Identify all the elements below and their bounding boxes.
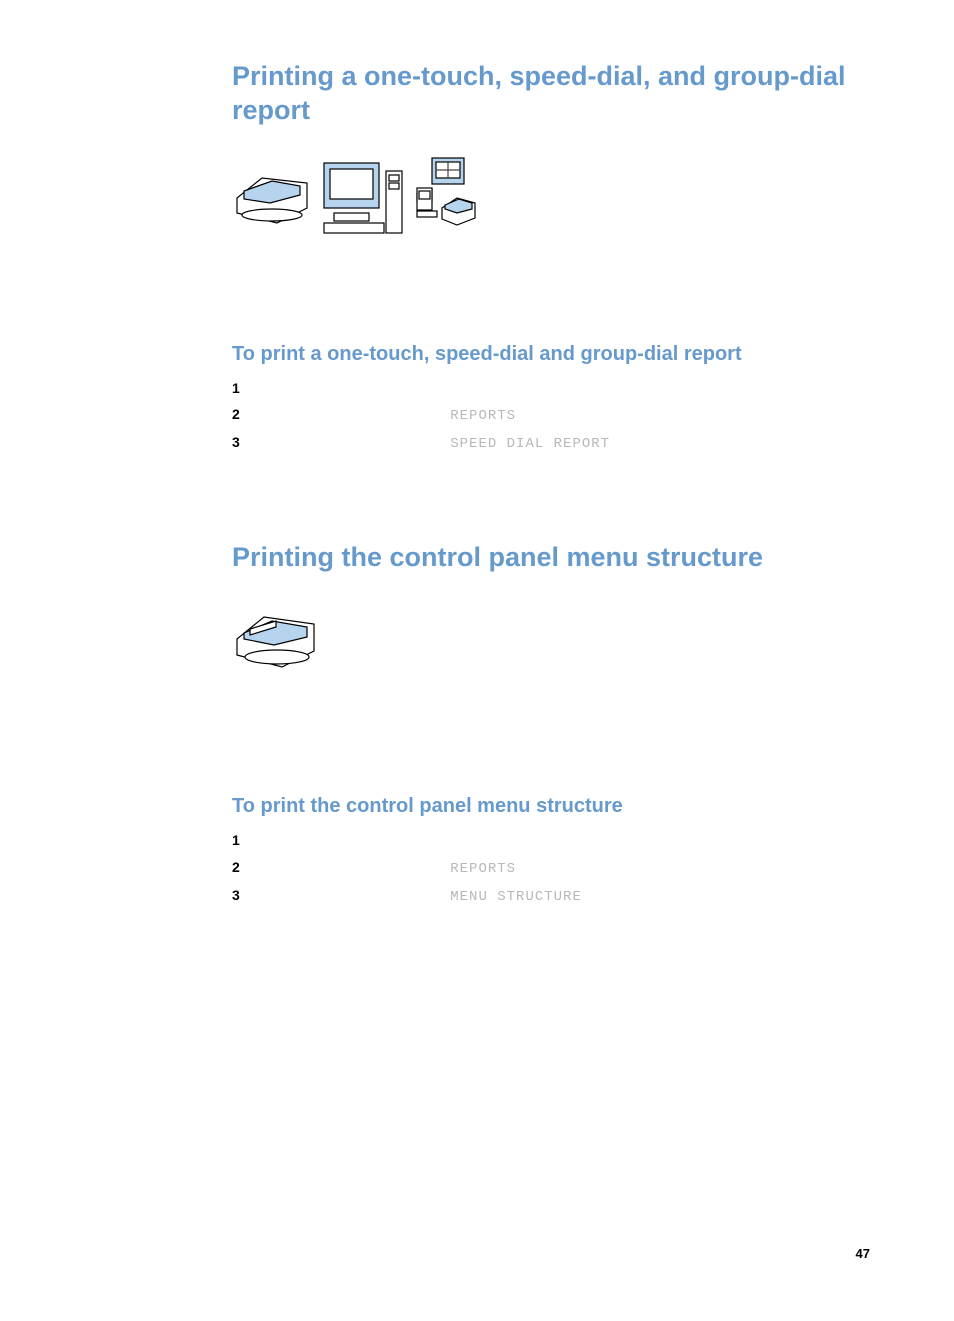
step-text: keys to select [358, 887, 451, 903]
step-text: . [502, 832, 506, 848]
step-text: . [370, 380, 374, 396]
section2-title: Printing the control panel menu structur… [232, 541, 884, 575]
list-item: 3 Use the < and > keys to select MENU ST… [232, 885, 884, 928]
list-item: 2 Use the < and > keys to select REPORTS… [232, 857, 884, 879]
section2-intro: If you want to see the current settings … [232, 684, 884, 747]
step-text: keys to select [358, 859, 451, 875]
step-button-label: < and > [310, 859, 358, 875]
step-text: and press [610, 434, 679, 450]
illustration-printer [232, 599, 884, 674]
step-text: keys to select [358, 434, 451, 450]
step-code: REPORTS [450, 861, 516, 877]
step-text: and press [516, 406, 585, 422]
step-button-label: < and > [310, 434, 358, 450]
step-number: 1 [232, 830, 258, 850]
step-button-label: Enter/Menu [585, 406, 657, 422]
list-item: 1 On the control panel, press Enter/Menu… [232, 830, 884, 850]
step-text: keys to select [358, 406, 451, 422]
list-item: 3 Use the < and > keys to select SPEED D… [232, 432, 884, 475]
step-button-label: Enter/Menu [298, 380, 370, 396]
page-number: 47 [856, 1246, 870, 1261]
step-button-label: < and > [310, 406, 358, 422]
list-item: 1 Press Enter/Menu. [232, 378, 884, 398]
step-button-label: Enter/Menu [585, 859, 657, 875]
step-button-label: Enter/Menu [430, 832, 502, 848]
section1-subtitle: To print a one-touch, speed-dial and gro… [232, 343, 884, 366]
step-button-label: < and > [310, 887, 358, 903]
step-text: . [658, 859, 662, 875]
step-text: and press [582, 887, 651, 903]
step-text: . [658, 406, 662, 422]
step-number: 2 [232, 404, 258, 424]
step-text: Use the [258, 887, 310, 903]
page-footer: EN Printing the control panel menu struc… [0, 1246, 954, 1261]
section2-subtitle: To print the control panel menu structur… [232, 795, 884, 818]
step-code: SPEED DIAL REPORT [450, 436, 610, 452]
section1-title: Printing a one-touch, speed-dial, and gr… [232, 60, 884, 128]
step-text: and press [516, 859, 585, 875]
step-text: Use the [258, 859, 310, 875]
list-item: 2 Use the < and > keys to select REPORTS… [232, 404, 884, 426]
section1-intro: Use this procedure to print a list of th… [232, 253, 884, 295]
step-button-label: Enter/Menu [679, 434, 751, 450]
step-number: 2 [232, 857, 258, 877]
step-text: On the control panel, press [258, 832, 430, 848]
step-button-label: Enter/Menu [651, 887, 723, 903]
footer-left: EN Printing the control panel menu struc… [84, 1246, 340, 1261]
step-number: 1 [232, 378, 258, 398]
step-text: Press [258, 380, 298, 396]
step-number: 3 [232, 432, 258, 452]
illustration-devices [232, 153, 884, 243]
step-code: MENU STRUCTURE [450, 889, 582, 905]
step-text: Use the [258, 406, 310, 422]
step-number: 3 [232, 885, 258, 905]
step-code: REPORTS [450, 408, 516, 424]
step-text: Use the [258, 434, 310, 450]
